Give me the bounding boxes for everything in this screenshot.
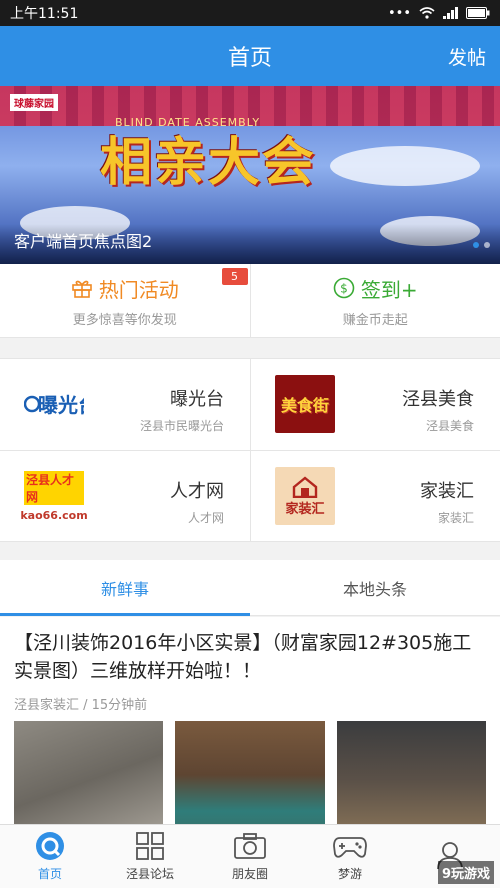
hot-activity-button[interactable]: 热门活动 更多惊喜等你发现 5	[0, 264, 250, 337]
jobs-text: 人才网 人才网	[170, 477, 224, 526]
gift-icon	[71, 280, 92, 298]
grid-item-title: 泾县美食	[402, 389, 474, 410]
grid-item-title: 曝光台	[170, 389, 224, 410]
post-title: 【泾川装饰2016年小区实景】（财富家园12#305施工实景图）三维放样开始啦！…	[14, 632, 472, 682]
grid-item-subtitle: 人才网	[187, 511, 224, 525]
grid-item-jobs[interactable]: 泾县人才网 kao66.com 人才网 人才网	[0, 450, 250, 541]
focus-banner[interactable]: 球藤家园 BLIND DATE ASSEMBLY 相亲大会 客户端首页焦点图2	[0, 86, 500, 264]
coin-icon: $	[333, 277, 355, 299]
more-dots-icon: •••	[387, 5, 411, 21]
status-time: 上午11:51	[10, 6, 79, 22]
grid-icon	[136, 832, 164, 860]
exposure-text: 曝光台 泾县市民曝光台	[140, 385, 224, 434]
nav-moments[interactable]: 朋友圈	[200, 825, 300, 888]
banner-headline-char: 会	[262, 133, 315, 193]
post-thumbnail[interactable]	[14, 721, 164, 824]
nav-games[interactable]: 梦游	[300, 825, 400, 888]
post-button[interactable]: 发帖	[448, 43, 486, 70]
feed-tabs: 新鲜事 本地头条	[0, 560, 500, 616]
home-icon	[36, 832, 64, 860]
pager-dot	[473, 242, 479, 248]
gamepad-icon	[333, 837, 367, 858]
grid-item-decoration[interactable]: 家装汇 家装汇 家装汇	[250, 450, 500, 541]
nav-label: 泾县论坛	[125, 867, 174, 881]
banner-headline-char: 大	[208, 133, 261, 193]
app-header: 首页 发帖	[0, 26, 500, 86]
checkin-title-row: $ 签到+	[333, 274, 418, 303]
svg-text:曝光台: 曝光台	[38, 393, 84, 417]
banner-logo: 球藤家园	[10, 94, 58, 111]
wifi-icon	[419, 7, 435, 19]
nav-home[interactable]: 首页	[0, 825, 100, 888]
hot-activity-subtitle: 更多惊喜等你发现	[72, 312, 177, 328]
pager-dot	[484, 242, 490, 248]
banner-pager	[473, 242, 490, 248]
banner-headline-char: 亲	[154, 133, 207, 193]
nav-forum[interactable]: 泾县论坛	[100, 825, 200, 888]
tab-local-headlines[interactable]: 本地头条	[250, 560, 500, 615]
tab-fresh[interactable]: 新鲜事	[0, 560, 250, 616]
bottom-nav: 首页 泾县论坛 朋友圈 梦游	[0, 824, 500, 888]
grid-item-food[interactable]: 美食街 泾县美食 泾县美食	[250, 359, 500, 450]
grid-item-subtitle: 泾县市民曝光台	[139, 419, 224, 433]
quick-actions: 热门活动 更多惊喜等你发现 5 $ 签到+ 赚金币走起	[0, 264, 500, 338]
decoration-logo-text: 家装汇	[285, 501, 325, 517]
grid-item-exposure[interactable]: 曝光台 曝光台 泾县市民曝光台	[0, 359, 250, 450]
banner-cloud	[330, 146, 480, 186]
notification-badge: 5	[221, 268, 248, 285]
checkin-subtitle: 赚金币走起	[342, 312, 408, 328]
service-grid: 曝光台 曝光台 泾县市民曝光台 美食街 泾县美食 泾县美食 泾县人才网 kao6…	[0, 358, 500, 542]
nav-label: 朋友圈	[231, 867, 268, 881]
signal-icon	[443, 7, 458, 19]
jobs-logo: 泾县人才网 kao66.com	[20, 467, 88, 525]
grid-item-title: 人才网	[170, 481, 224, 502]
banner-caption: 客户端首页焦点图2	[14, 232, 153, 251]
jobs-logo-text: 泾县人才网	[24, 470, 84, 505]
hot-activity-title: 热门活动	[98, 277, 179, 302]
battery-icon	[466, 7, 490, 19]
status-bar: 上午11:51 •••	[0, 0, 500, 26]
grid-item-title: 家装汇	[420, 481, 474, 502]
exposure-logo: 曝光台	[24, 375, 84, 433]
status-icons: •••	[388, 6, 490, 21]
decoration-text: 家装汇 家装汇	[420, 477, 474, 526]
food-logo: 美食街	[275, 375, 335, 433]
banner-headline-char: 相	[100, 133, 153, 193]
house-icon	[292, 475, 318, 498]
food-text: 泾县美食 泾县美食	[402, 385, 474, 434]
camera-icon	[234, 833, 266, 859]
svg-text:$: $	[340, 282, 348, 296]
hot-activity-title-row: 热门活动	[71, 274, 179, 303]
decoration-logo: 家装汇	[275, 467, 335, 525]
post-thumbnail[interactable]	[175, 721, 325, 824]
checkin-title: 签到+	[360, 277, 418, 302]
nav-label: 梦游	[337, 867, 362, 881]
food-logo-text: 美食街	[280, 396, 329, 415]
nav-label: 首页	[37, 867, 62, 881]
watermark: 9玩游戏	[437, 861, 494, 884]
post-card[interactable]: 【泾川装饰2016年小区实景】（财富家园12#305施工实景图）三维放样开始啦！…	[0, 617, 500, 824]
grid-item-subtitle: 泾县美食	[425, 419, 474, 433]
jobs-logo-sub: kao66.com	[20, 508, 88, 522]
post-thumbnail[interactable]	[336, 721, 486, 824]
post-thumbnails	[14, 721, 486, 824]
checkin-button[interactable]: $ 签到+ 赚金币走起	[249, 264, 500, 337]
post-meta: 泾县家装汇 / 15分钟前	[14, 698, 148, 713]
page-title: 首页	[227, 46, 272, 71]
grid-item-subtitle: 家装汇	[437, 511, 474, 525]
banner-headline: 相亲大会	[100, 120, 314, 195]
